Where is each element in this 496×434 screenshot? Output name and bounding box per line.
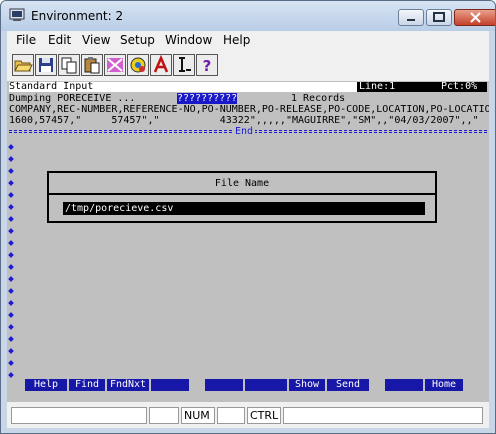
ctrl-label: CTRL bbox=[250, 409, 279, 422]
end-label: End bbox=[233, 126, 256, 137]
columns-line: COMPANY,REC-NUMBER,REFERENCE-NO,PO-NUMBE… bbox=[9, 104, 489, 115]
margin-marker bbox=[8, 156, 14, 162]
open-folder-icon bbox=[14, 60, 33, 72]
header-percent: Pct:0% bbox=[441, 81, 478, 92]
title-bar[interactable]: Environment: 2 bbox=[1, 1, 495, 31]
margin-marker bbox=[8, 216, 14, 222]
header-label: Standard Input bbox=[9, 81, 94, 92]
open-button[interactable] bbox=[12, 54, 34, 76]
dialog-divider bbox=[49, 193, 435, 195]
fkey-label: Send bbox=[335, 379, 361, 390]
status-blank-field bbox=[217, 407, 245, 424]
file-path-input[interactable]: /tmp/porecieve.csv bbox=[63, 202, 425, 215]
font-a-icon bbox=[153, 54, 169, 73]
font-button[interactable] bbox=[150, 54, 172, 76]
dump-records: 1 Records bbox=[291, 93, 346, 104]
terminal-area[interactable]: Standard Input Line:1 Pct:0% Dumping POR… bbox=[7, 81, 489, 402]
fkey-find[interactable]: Find bbox=[69, 379, 105, 391]
copy-icon bbox=[61, 57, 77, 74]
toolbar: ? bbox=[7, 49, 489, 81]
menu-view[interactable]: View bbox=[82, 33, 110, 47]
copy-button[interactable] bbox=[58, 54, 80, 76]
num-lock-label: NUM bbox=[184, 409, 210, 422]
margin-marker bbox=[8, 192, 14, 198]
save-button[interactable] bbox=[35, 54, 57, 76]
status-bar: NUM CTRL bbox=[7, 402, 489, 428]
margin-marker bbox=[8, 312, 14, 318]
num-lock-indicator: NUM bbox=[181, 407, 215, 424]
dump-label: Dumping PORECEIVE ... bbox=[9, 93, 136, 104]
margin-marker bbox=[8, 204, 14, 210]
close-button[interactable] bbox=[454, 9, 495, 26]
margin-marker bbox=[8, 240, 14, 246]
fkey-label: Home bbox=[431, 379, 457, 390]
close-icon bbox=[470, 12, 481, 23]
settings-button[interactable] bbox=[127, 54, 149, 76]
file-path-value: /tmp/porecieve.csv bbox=[65, 203, 174, 214]
margin-marker bbox=[8, 264, 14, 270]
window-title: Environment: 2 bbox=[31, 9, 124, 23]
margin-marker bbox=[8, 180, 14, 186]
colors-button[interactable] bbox=[104, 54, 126, 76]
margin-marker bbox=[8, 276, 14, 282]
status-spare-field bbox=[283, 407, 483, 424]
save-disk-icon bbox=[39, 58, 53, 72]
status-message-field bbox=[11, 407, 147, 424]
margin-marker bbox=[8, 300, 14, 306]
menu-help[interactable]: Help bbox=[223, 33, 250, 47]
text-cursor-icon bbox=[179, 57, 191, 72]
paste-button[interactable] bbox=[81, 54, 103, 76]
dialog-title: File Name bbox=[214, 178, 270, 189]
color-palette-icon bbox=[107, 58, 123, 72]
help-button[interactable]: ? bbox=[196, 54, 218, 76]
maximize-button[interactable] bbox=[426, 9, 452, 26]
fkey-label: Show bbox=[294, 379, 320, 390]
menu-edit[interactable]: Edit bbox=[48, 33, 71, 47]
fkey-send[interactable]: Send bbox=[327, 379, 369, 391]
menu-window[interactable]: Window bbox=[165, 33, 212, 47]
margin-marker bbox=[8, 360, 14, 366]
ctrl-indicator: CTRL bbox=[247, 407, 281, 424]
margin-marker bbox=[8, 324, 14, 330]
menu-bar: File Edit View Setup Window Help bbox=[7, 31, 489, 49]
margin-marker bbox=[8, 288, 14, 294]
cursor-button[interactable] bbox=[173, 54, 195, 76]
header-line-number: Line:1 bbox=[359, 81, 396, 92]
margin-marker bbox=[8, 168, 14, 174]
dump-highlight: ?????????? bbox=[177, 93, 238, 104]
terminal-app-icon bbox=[9, 8, 25, 21]
help-question-icon: ? bbox=[203, 57, 212, 75]
data-line: 1600,57457," 57457"," 43322",,,,,"MAGUIR… bbox=[9, 115, 479, 126]
svg-text:?: ? bbox=[203, 57, 212, 75]
fkey-blank[interactable] bbox=[205, 379, 243, 391]
margin-marker bbox=[8, 348, 14, 354]
fkey-blank[interactable] bbox=[151, 379, 189, 391]
fkey-blank[interactable] bbox=[385, 379, 423, 391]
menu-file[interactable]: File bbox=[16, 33, 36, 47]
margin-marker bbox=[8, 336, 14, 342]
fkey-home[interactable]: Home bbox=[425, 379, 463, 391]
margin-marker bbox=[8, 144, 14, 150]
margin-marker bbox=[8, 372, 14, 378]
fkey-blank[interactable] bbox=[245, 379, 287, 391]
minimize-icon bbox=[407, 19, 415, 21]
menu-setup[interactable]: Setup bbox=[120, 33, 155, 47]
settings-gear-icon bbox=[130, 57, 146, 73]
fkey-help[interactable]: Help bbox=[25, 379, 67, 391]
fkey-label: Find bbox=[74, 379, 100, 390]
application-window: Environment: 2 File Edit View Setup Wind… bbox=[0, 0, 496, 434]
margin-marker bbox=[8, 228, 14, 234]
file-name-dialog: File Name /tmp/porecieve.csv bbox=[47, 171, 437, 223]
minimize-button[interactable] bbox=[398, 9, 424, 26]
fkey-fndnxt[interactable]: FndNxt bbox=[107, 379, 149, 391]
fkey-label: FndNxt bbox=[109, 379, 147, 390]
fkey-show[interactable]: Show bbox=[289, 379, 325, 391]
fkey-label: Help bbox=[33, 379, 59, 390]
paste-icon bbox=[84, 57, 100, 74]
margin-marker bbox=[8, 252, 14, 258]
status-blank-field bbox=[149, 407, 179, 424]
maximize-icon bbox=[433, 12, 445, 22]
